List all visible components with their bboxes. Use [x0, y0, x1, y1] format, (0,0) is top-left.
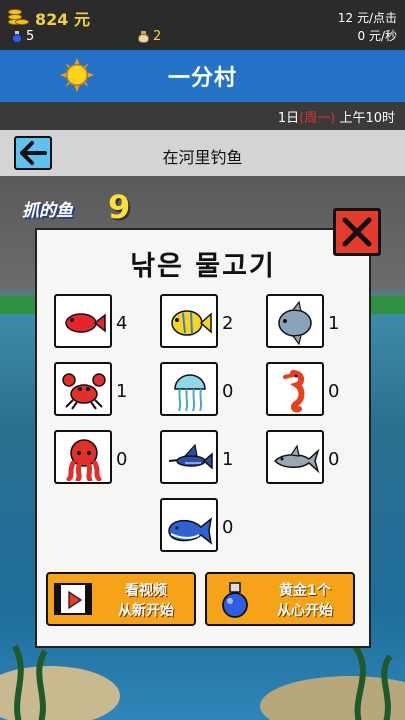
- caught-fish-count: 9: [108, 188, 131, 226]
- gold-display: 824 元: [8, 6, 90, 30]
- potion-count: 5: [26, 29, 35, 44]
- red-fish-icon: [65, 313, 106, 333]
- watch-video-restart-button[interactable]: 看视频 从新开始: [46, 572, 196, 626]
- coins-icon: [8, 9, 30, 27]
- fish-count: 0: [328, 381, 340, 402]
- button-label: 看视频 从新开始: [98, 581, 194, 621]
- button-label-line2: 从心开始: [277, 603, 333, 619]
- fish-count: 0: [222, 517, 234, 538]
- bag-count-display: 2: [138, 29, 161, 44]
- weekday-label: (周一): [299, 111, 336, 126]
- fish-count: 2: [222, 313, 234, 334]
- fish-count: 0: [116, 449, 128, 470]
- potion-count-display: 5: [12, 29, 34, 44]
- fish-count: 4: [116, 313, 128, 334]
- fish-tile-red-fish: [54, 294, 112, 348]
- activity-title: 在河里钓鱼: [162, 148, 243, 167]
- whale-icon: [168, 517, 213, 545]
- rate-per-click: 12 元/点击: [337, 11, 397, 25]
- button-label-line1: 黄金1个: [279, 583, 331, 599]
- fish-tile-seahorse: [266, 362, 324, 416]
- fish-count: 0: [328, 449, 340, 470]
- dialog-title: 낚은 물고기: [130, 251, 276, 282]
- caught-fish-label: 抓的鱼: [22, 201, 73, 221]
- shark-icon: [273, 444, 320, 474]
- crab-icon: [62, 373, 106, 410]
- jellyfish-icon: [174, 374, 206, 412]
- fish-count: 0: [222, 381, 234, 402]
- gold-restart-button[interactable]: 黄金1个 从心开始: [205, 572, 355, 626]
- marlin-icon: [168, 443, 213, 470]
- day-label: 1日: [277, 111, 300, 126]
- rate-per-second: 0 元/秒: [357, 29, 398, 43]
- fish-tile-jellyfish: [160, 362, 218, 416]
- fish-tile-whale: [160, 498, 218, 552]
- money-bag-icon: [138, 30, 149, 43]
- sunfish-icon: [278, 300, 312, 345]
- bag-count: 2: [153, 29, 162, 44]
- potion-icon: [12, 30, 22, 43]
- yellow-fish-icon: [171, 310, 212, 336]
- potion-icon: [222, 582, 248, 618]
- fish-tile-marlin: [160, 430, 218, 484]
- seahorse-icon: [283, 370, 305, 413]
- button-label-line2: 从新开始: [118, 603, 174, 619]
- village-title: 一分村: [167, 66, 237, 91]
- fish-tile-octopus: [54, 430, 112, 484]
- video-ad-icon: [54, 583, 92, 615]
- gold-amount: 824 元: [35, 10, 90, 29]
- fish-tile-yellow-fish: [160, 294, 218, 348]
- time-label: 上午10时: [339, 111, 395, 126]
- button-label: 黄金1个 从心开始: [257, 581, 353, 621]
- button-label-line1: 看视频: [125, 583, 167, 599]
- octopus-icon: [66, 439, 102, 481]
- fish-tile-crab: [54, 362, 112, 416]
- fish-tile-sunfish: [266, 294, 324, 348]
- fish-count: 1: [328, 313, 340, 334]
- fish-count: 1: [222, 449, 234, 470]
- fish-count: 1: [116, 381, 128, 402]
- fish-tile-shark: [266, 430, 324, 484]
- game-date: 1日(周一) 上午10时: [278, 107, 395, 126]
